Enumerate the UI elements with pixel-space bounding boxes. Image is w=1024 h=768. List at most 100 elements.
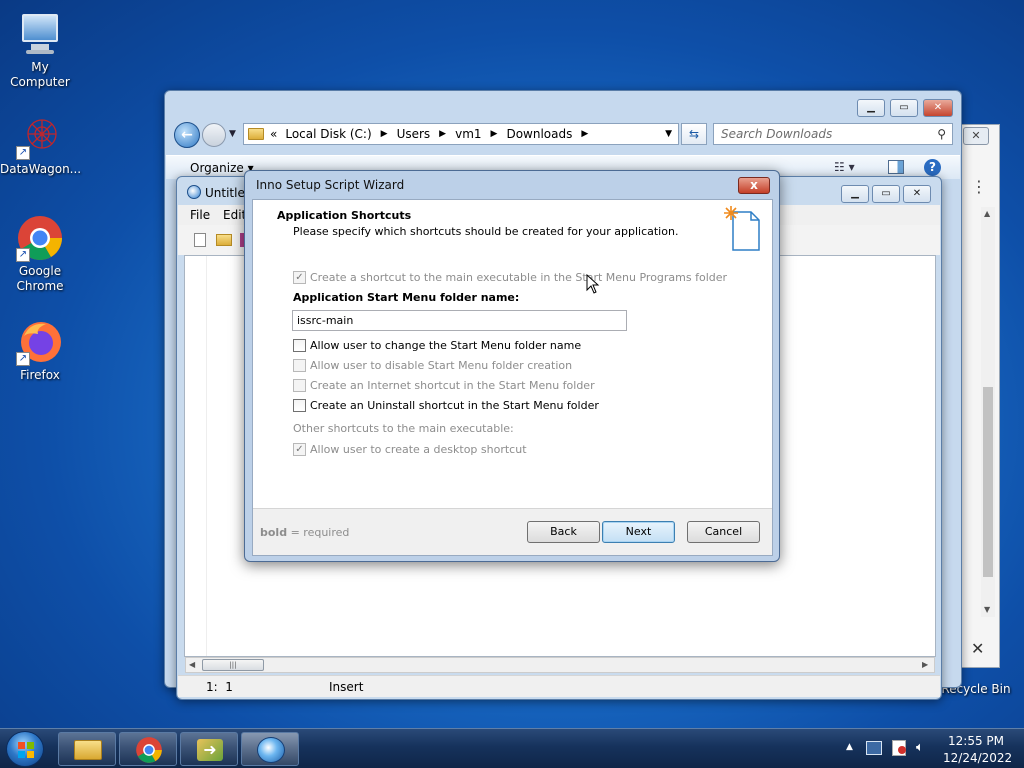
desktop-icon-label: DataWagon... — [0, 162, 82, 176]
taskbar-explorer-button[interactable] — [58, 732, 116, 766]
datawagon-icon: ↗ — [16, 112, 64, 160]
menu-edit[interactable]: Edit — [223, 208, 246, 222]
new-file-icon[interactable] — [194, 233, 206, 247]
allow-disable-folder-option[interactable]: Allow user to disable Start Menu folder … — [293, 359, 572, 372]
other-shortcuts-label: Other shortcuts to the main executable: — [293, 422, 514, 435]
shortcut-arrow-icon: ↗ — [16, 352, 30, 366]
address-bar[interactable]: « Local Disk (C:) ▶ Users ▶ vm1 ▶ Downlo… — [243, 123, 679, 145]
scroll-down-arrow-icon[interactable]: ▼ — [984, 605, 990, 614]
more-options-icon[interactable]: ⋮ — [971, 177, 987, 196]
breadcrumb-separator-icon: ▶ — [581, 129, 589, 139]
uninstall-shortcut-option[interactable]: Create an Uninstall shortcut in the Star… — [293, 399, 599, 412]
view-options-icon[interactable]: ☷ ▾ — [834, 160, 855, 174]
show-hidden-icons-icon[interactable]: ▲ — [846, 742, 853, 752]
clock-time[interactable]: 12:55 PM — [948, 734, 1004, 748]
editor-close-button[interactable]: ✕ — [903, 185, 931, 203]
breadcrumb-downloads[interactable]: Downloads — [506, 127, 572, 141]
recent-pages-dropdown[interactable]: ▼ — [229, 129, 236, 139]
checkbox-icon[interactable] — [293, 399, 306, 412]
desktop-icon-my-computer[interactable]: My Computer — [0, 10, 80, 90]
scrollbar-thumb[interactable] — [983, 387, 993, 577]
checkbox-icon[interactable] — [293, 339, 306, 352]
search-icon[interactable]: ⚲ — [937, 127, 946, 141]
folder-icon — [248, 128, 264, 140]
wizard-page-icon — [719, 204, 763, 252]
network-icon[interactable] — [866, 741, 882, 755]
taskbar-chrome-button[interactable] — [119, 732, 177, 766]
app-arrow-icon: ➜ — [197, 739, 223, 761]
search-input[interactable]: Search Downloads ⚲ — [713, 123, 953, 145]
wizard-title: Inno Setup Script Wizard — [256, 178, 405, 192]
action-center-flag-icon[interactable] — [892, 740, 906, 756]
address-overflow[interactable]: « — [270, 127, 277, 141]
checkbox-icon[interactable] — [293, 359, 306, 372]
page-heading: Application Shortcuts — [277, 209, 412, 222]
wizard-header-band — [253, 200, 772, 201]
shortcut-arrow-icon: ↗ — [16, 146, 30, 160]
desktop-icon-google-chrome[interactable]: ↗ Google Chrome — [0, 214, 80, 294]
close-button[interactable]: ✕ — [923, 99, 953, 117]
desktop-icon-datawagon[interactable]: ↗ DataWagon... — [0, 112, 82, 177]
desktop-icon-firefox[interactable]: ↗ Firefox — [0, 318, 80, 383]
scroll-up-arrow-icon[interactable]: ▲ — [984, 209, 990, 218]
dismiss-icon[interactable]: ✕ — [971, 639, 984, 658]
chrome-icon — [136, 737, 162, 763]
breadcrumb-separator-icon: ▶ — [490, 129, 498, 139]
close-icon[interactable]: ✕ — [963, 127, 989, 145]
preview-pane-icon[interactable] — [888, 160, 904, 174]
cancel-button[interactable]: Cancel — [687, 521, 760, 543]
wizard-client-area: Application Shortcuts Please specify whi… — [252, 199, 773, 556]
editor-maximize-button[interactable]: ▭ — [872, 185, 900, 203]
create-shortcut-option[interactable]: ✓ Create a shortcut to the main executab… — [293, 271, 727, 284]
page-subheading: Please specify which shortcuts should be… — [293, 225, 679, 238]
help-icon[interactable]: ? — [924, 159, 941, 176]
clock-date[interactable]: 12/24/2022 — [943, 751, 1012, 765]
back-button[interactable]: Back — [527, 521, 600, 543]
breadcrumb-vm1[interactable]: vm1 — [455, 127, 481, 141]
horizontal-scrollbar-thumb[interactable]: ||| — [202, 659, 264, 671]
editor-minimize-button[interactable]: ▁ — [841, 185, 869, 203]
checkbox-checked-icon[interactable]: ✓ — [293, 443, 306, 456]
desktop-shortcut-option[interactable]: ✓ Allow user to create a desktop shortcu… — [293, 443, 527, 456]
taskbar-app-button[interactable]: ➜ — [180, 732, 238, 766]
checkbox-icon[interactable] — [293, 379, 306, 392]
address-dropdown-icon[interactable]: ▼ — [665, 129, 672, 139]
minimize-button[interactable]: ▁ — [857, 99, 885, 117]
refresh-button[interactable]: ⇆ — [681, 123, 707, 145]
desktop-icon-label: Firefox — [20, 368, 60, 382]
internet-shortcut-option[interactable]: Create an Internet shortcut in the Start… — [293, 379, 595, 392]
start-button[interactable] — [6, 731, 44, 767]
mouse-cursor-icon — [586, 274, 600, 294]
computer-icon — [16, 10, 64, 58]
checkbox-checked-icon[interactable]: ✓ — [293, 271, 306, 284]
forward-button[interactable] — [202, 123, 226, 147]
background-browser-window: ✕ ⋮ ▲ ▼ ✕ — [958, 124, 1000, 668]
volume-icon[interactable]: 🔈︎ — [916, 740, 924, 755]
allow-change-folder-option[interactable]: Allow user to change the Start Menu fold… — [293, 339, 581, 352]
desktop-icon-label: Google Chrome — [16, 264, 64, 293]
menu-file[interactable]: File — [190, 208, 210, 222]
maximize-button[interactable]: ▭ — [890, 99, 918, 117]
breadcrumb-local-disk[interactable]: Local Disk (C:) — [285, 127, 371, 141]
scrollbar-track[interactable]: ▲ ▼ — [981, 207, 995, 617]
breadcrumb-users[interactable]: Users — [397, 127, 431, 141]
inno-setup-icon — [257, 737, 285, 763]
status-bar: 1: 1 Insert — [178, 675, 940, 697]
taskbar-inno-setup-button[interactable] — [241, 732, 299, 766]
wizard-close-button[interactable]: x — [738, 177, 770, 194]
desktop-icon-label: My Computer — [10, 60, 70, 89]
wizard-dialog[interactable]: Inno Setup Script Wizard x Application S… — [244, 170, 780, 562]
shortcut-arrow-icon: ↗ — [16, 248, 30, 262]
folder-name-input[interactable]: issrc-main — [292, 310, 627, 331]
scroll-left-arrow-icon[interactable]: ◀ — [189, 660, 195, 669]
breadcrumb-separator-icon: ▶ — [380, 129, 388, 139]
windows-logo-icon — [18, 742, 34, 758]
next-button[interactable]: Next — [602, 521, 675, 543]
horizontal-scrollbar[interactable]: ◀ ||| ▶ — [185, 657, 935, 673]
folder-icon — [74, 740, 102, 760]
scroll-right-arrow-icon[interactable]: ▶ — [922, 660, 928, 669]
back-button[interactable]: ← — [174, 122, 200, 148]
required-legend: bold = required — [260, 526, 350, 539]
cursor-position: 1: 1 — [206, 680, 233, 694]
open-folder-icon[interactable] — [216, 234, 232, 246]
